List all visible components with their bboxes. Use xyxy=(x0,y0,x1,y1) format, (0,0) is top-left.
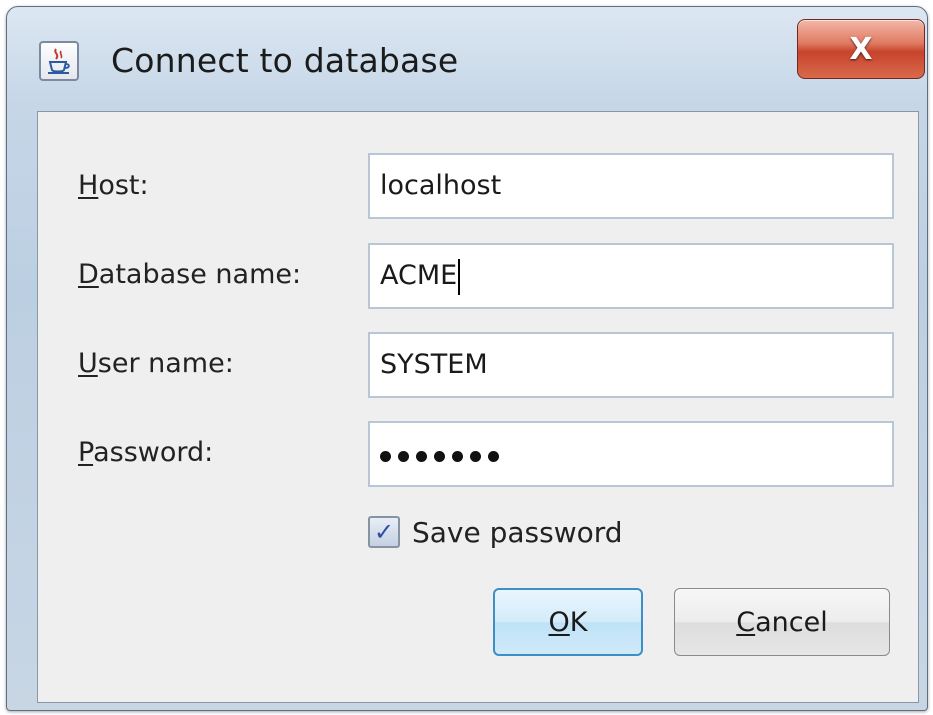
save-password-label[interactable]: Save password xyxy=(412,516,623,549)
check-mark-icon: ✓ xyxy=(373,518,395,546)
password-dot xyxy=(398,451,409,462)
password-label-mnemonic: P xyxy=(78,437,94,468)
close-button[interactable]: X xyxy=(797,19,925,79)
database-name-label-mnemonic: D xyxy=(78,259,99,290)
host-label-mnemonic: H xyxy=(78,170,99,201)
save-password-row[interactable]: ✓ Save password xyxy=(368,510,623,554)
password-label-text: assword: xyxy=(93,437,214,468)
password-mask xyxy=(380,426,499,486)
ok-mnemonic: O xyxy=(548,606,570,638)
close-icon: X xyxy=(849,31,873,67)
database-name-label-text: atabase name: xyxy=(98,259,302,290)
cancel-label: ancel xyxy=(755,606,828,638)
java-cup-icon xyxy=(39,41,79,81)
password-dot xyxy=(452,451,463,462)
password-label: Password: xyxy=(78,423,213,483)
password-dot xyxy=(470,451,481,462)
password-dot xyxy=(434,451,445,462)
password-input[interactable] xyxy=(368,421,894,487)
user-name-label-text: ser name: xyxy=(97,348,234,379)
dialog-content: Host: localhost Database name: ACME User… xyxy=(37,111,919,703)
host-label: Host: xyxy=(78,156,149,216)
cancel-button[interactable]: Cancel xyxy=(674,588,890,656)
database-name-input[interactable]: ACME xyxy=(368,243,894,309)
user-name-input-value: SYSTEM xyxy=(380,349,488,380)
dialog-window: Connect to database X Host: localhost Da… xyxy=(6,6,928,711)
password-dot xyxy=(488,451,499,462)
password-dot xyxy=(380,451,391,462)
user-name-label: User name: xyxy=(78,334,234,394)
user-name-input[interactable]: SYSTEM xyxy=(368,332,894,398)
database-name-input-value: ACME xyxy=(380,260,458,291)
host-input-value: localhost xyxy=(380,170,502,201)
user-name-label-mnemonic: U xyxy=(78,348,98,379)
text-caret xyxy=(458,258,461,295)
host-input[interactable]: localhost xyxy=(368,153,894,219)
host-label-text: ost: xyxy=(98,170,149,201)
java-cup-graphic xyxy=(48,48,70,74)
cancel-mnemonic: C xyxy=(736,606,756,638)
database-name-label: Database name: xyxy=(78,245,301,305)
ok-label: K xyxy=(569,606,588,638)
ok-button[interactable]: OK xyxy=(493,588,643,656)
password-dot xyxy=(416,451,427,462)
title-bar[interactable]: Connect to database X xyxy=(7,7,927,107)
save-password-checkbox[interactable]: ✓ xyxy=(368,516,400,548)
window-title: Connect to database xyxy=(111,41,459,80)
